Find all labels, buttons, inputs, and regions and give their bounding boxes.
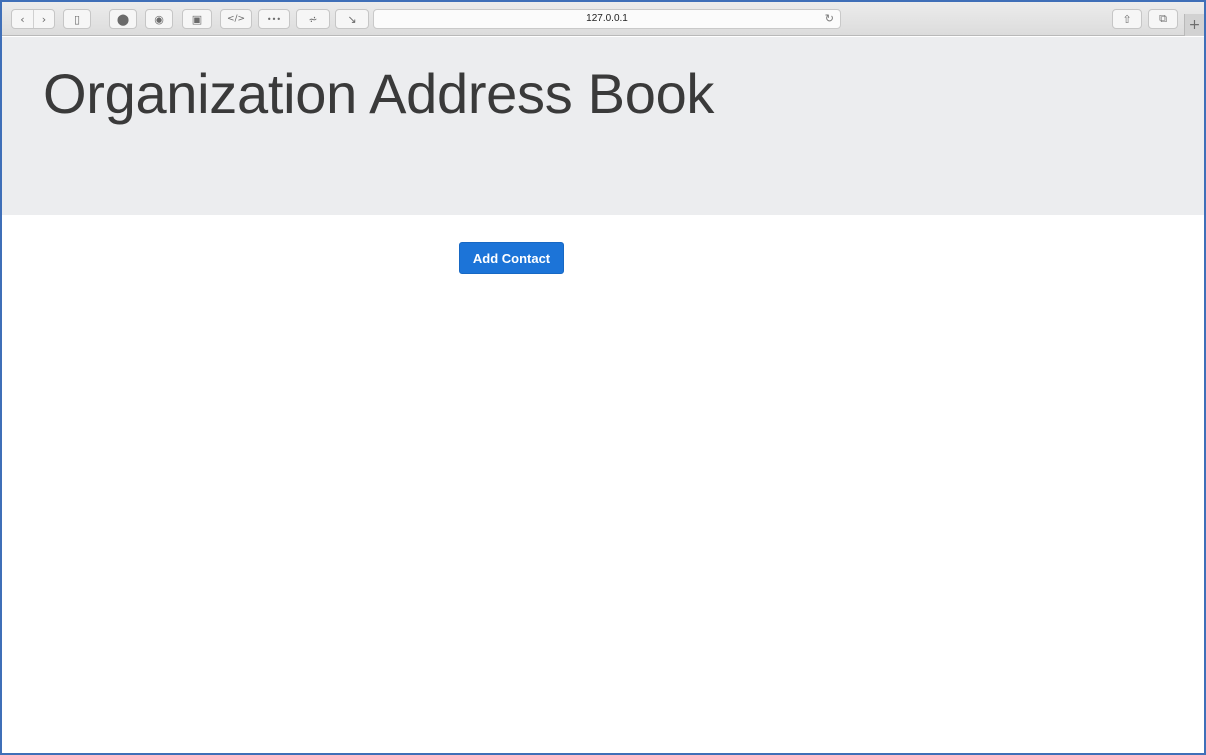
screenshot-icon[interactable]: ▣ xyxy=(182,9,212,29)
more-icon[interactable]: ••• xyxy=(258,9,290,29)
share-icon[interactable]: ⇧ xyxy=(1112,9,1142,29)
tabs-icon[interactable]: ⧉ xyxy=(1148,9,1178,29)
network-icon[interactable]: ⩫ xyxy=(296,9,330,29)
forward-icon[interactable]: › xyxy=(32,10,54,28)
address-bar[interactable]: 127.0.0.1 ↻ xyxy=(373,9,841,29)
sidebar-icon[interactable]: ▯ xyxy=(63,9,91,29)
back-icon[interactable]: ‹ xyxy=(12,10,33,28)
info-icon[interactable]: ◉ xyxy=(145,9,173,29)
stop-icon[interactable]: ⬤ xyxy=(109,9,137,29)
code-icon[interactable]: </> xyxy=(220,9,252,29)
browser-window: ‹ › ▯ ⬤ ◉ ▣ </> ••• ⩫ ↘ 127.0.0.1 ↻ ⇧ ⧉ … xyxy=(0,0,1206,755)
new-tab-icon[interactable]: + xyxy=(1184,14,1204,36)
page-title: Organization Address Book xyxy=(43,62,715,125)
nav-buttons: ‹ › xyxy=(11,9,55,29)
browser-toolbar: ‹ › ▯ ⬤ ◉ ▣ </> ••• ⩫ ↘ 127.0.0.1 ↻ ⇧ ⧉ … xyxy=(2,2,1204,36)
arrow-icon[interactable]: ↘ xyxy=(335,9,369,29)
url-text: 127.0.0.1 xyxy=(586,13,628,24)
add-contact-button[interactable]: Add Contact xyxy=(459,242,564,274)
reload-icon[interactable]: ↻ xyxy=(825,12,834,25)
